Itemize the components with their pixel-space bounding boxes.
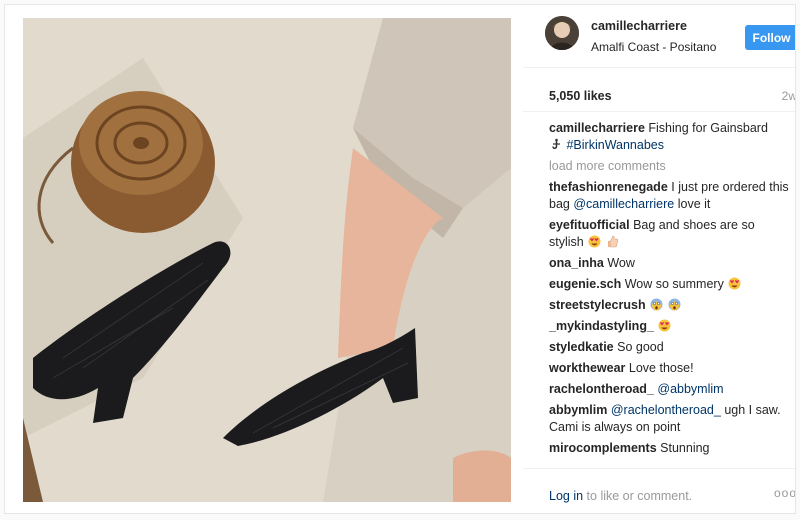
heart-eyes-emoji — [728, 277, 741, 290]
comment-username[interactable]: mirocomplements — [549, 441, 657, 455]
comment-username[interactable]: thefashionrenegade — [549, 180, 668, 194]
comment-username[interactable]: eyefituofficial — [549, 218, 630, 232]
comment-mention[interactable]: @camillecharriere — [573, 197, 674, 211]
comment-text: So good — [617, 340, 664, 354]
more-options-icon[interactable]: ooo — [774, 486, 795, 500]
comment-item: _mykindastyling_ — [549, 318, 789, 335]
likes-row: 5,050 likes 2w — [523, 67, 795, 112]
post-location[interactable]: Amalfi Coast - Positano — [591, 40, 716, 54]
comment-mention[interactable]: @abbymlim — [657, 382, 723, 396]
comments-list: camillecharriere Fishing for Gainsbard #… — [549, 120, 789, 461]
post-photo[interactable] — [23, 18, 511, 502]
avatar[interactable] — [545, 16, 579, 50]
login-link[interactable]: Log in — [549, 489, 583, 503]
comment-text: Wow so summery — [624, 277, 724, 291]
scream-emoji — [650, 298, 663, 311]
comment-username[interactable]: camillecharriere — [549, 121, 645, 135]
heart-eyes-emoji — [588, 235, 601, 248]
comment-text: Wow — [607, 256, 635, 270]
comment-username[interactable]: _mykindastyling_ — [549, 319, 654, 333]
comment-username[interactable]: eugenie.sch — [549, 277, 621, 291]
avatar-image — [545, 16, 579, 50]
post-photo-image — [23, 18, 511, 502]
comment-item: workthewear Love those! — [549, 360, 789, 377]
post-side-panel: camillecharriere Amalfi Coast - Positano… — [523, 5, 795, 513]
login-prompt: Log in to like or comment. — [549, 489, 692, 503]
comment-username[interactable]: ona_inha — [549, 256, 604, 270]
likes-count[interactable]: 5,050 likes — [549, 89, 612, 103]
caption-hashtag[interactable]: #BirkinWannabes — [566, 138, 664, 152]
comment-item: eyefituofficial Bag and shoes are so sty… — [549, 217, 789, 251]
instagram-post: camillecharriere Amalfi Coast - Positano… — [4, 4, 796, 514]
comment-item: styledkatie So good — [549, 339, 789, 356]
comment-item: streetstylecrush — [549, 297, 789, 314]
comment-item: mirocomplements Stunning — [549, 440, 789, 457]
comment-mention[interactable]: @rachelontheroad_ — [611, 403, 721, 417]
comment-username[interactable]: rachelontheroad_ — [549, 382, 654, 396]
caption-text: Fishing for Gainsbard — [648, 121, 768, 135]
follow-button[interactable]: Follow — [745, 25, 795, 50]
post-username[interactable]: camillecharriere — [591, 19, 687, 33]
comment-username[interactable]: streetstylecrush — [549, 298, 646, 312]
comment-text-after: love it — [677, 197, 711, 211]
comment-text: Stunning — [660, 441, 710, 455]
comment-username[interactable]: styledkatie — [549, 340, 614, 354]
scream-emoji — [668, 298, 681, 311]
comment-item: rachelontheroad_ @abbymlim — [549, 381, 789, 398]
comment-username[interactable]: workthewear — [549, 361, 625, 375]
comment-item: eugenie.sch Wow so summery — [549, 276, 789, 293]
comment-item: abbymlim @rachelontheroad_ ugh I saw. Ca… — [549, 402, 789, 436]
comment-item: ona_inha Wow — [549, 255, 789, 272]
login-prompt-text: to like or comment. — [586, 489, 693, 503]
post-footer: Log in to like or comment. ooo — [523, 468, 795, 513]
comment-username[interactable]: abbymlim — [549, 403, 607, 417]
fishing-hook-icon — [552, 138, 560, 150]
comment-item: thefashionrenegade I just pre ordered th… — [549, 179, 789, 213]
post-header: camillecharriere Amalfi Coast - Positano… — [523, 5, 795, 68]
heart-eyes-emoji — [658, 319, 671, 332]
load-more-comments[interactable]: load more comments — [549, 158, 789, 175]
comment-text: Love those! — [628, 361, 694, 375]
post-caption: camillecharriere Fishing for Gainsbard #… — [549, 120, 789, 154]
post-time[interactable]: 2w — [782, 89, 795, 103]
thumbs-up-emoji — [607, 235, 618, 248]
